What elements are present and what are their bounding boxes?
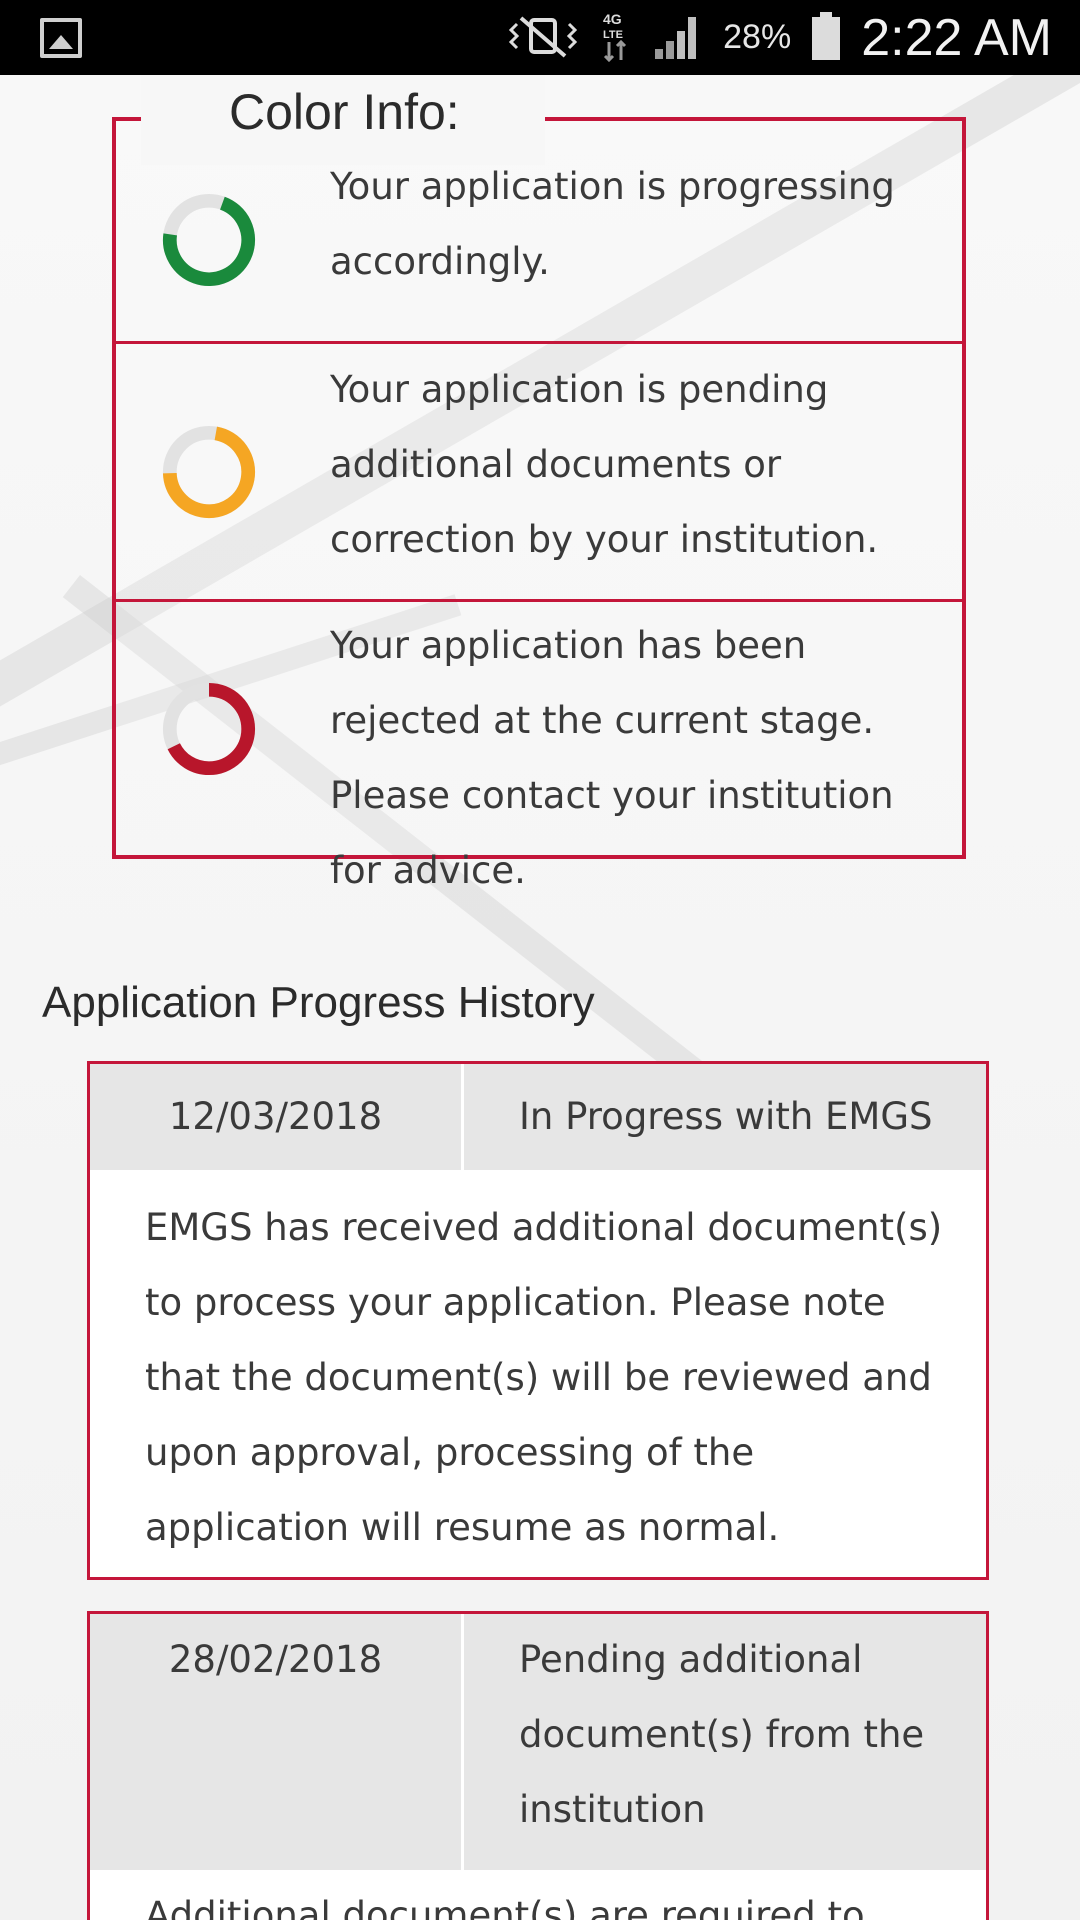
red-status-ring-icon [162,682,256,776]
color-info-text: Your application has been rejected at th… [330,624,894,892]
battery-percent: 28% [723,18,792,56]
color-info-text: Your application is progressing accordin… [330,165,895,283]
svg-text:LTE: LTE [603,29,623,41]
vibrate-off-icon [507,14,579,62]
color-info-item-rejected: Your application has been rejected at th… [116,599,962,892]
history-entry-description: Additional document(s) are required to [145,1894,865,1920]
color-info-panel: Your application is progressing accordin… [112,117,966,892]
color-info-title: Color Info: [229,84,460,140]
svg-text:4G: 4G [603,11,622,27]
green-status-ring-icon [162,193,256,287]
clock-time: 2:22 AM [861,8,1052,67]
history-entry: 12/03/2018 In Progress with EMGS EMGS ha… [87,1061,989,1580]
signal-icon [653,13,703,63]
history-entry-header: 28/02/2018 Pending additional document(s… [90,1614,986,1870]
battery-icon [811,11,841,65]
color-info-item-pending: Your application is pending additional d… [116,341,962,599]
history-entry-status: In Progress with EMGS [519,1095,933,1138]
orange-status-ring-icon [162,425,256,519]
color-info-title-background: Color Info: [141,75,545,165]
gallery-icon [40,18,82,58]
status-bar: 4G LTE 28% 2:22 AM [0,0,1080,75]
lte-icon: 4G LTE [599,10,633,66]
history-entry-header: 12/03/2018 In Progress with EMGS [90,1064,986,1170]
history-entry-date: 12/03/2018 [90,1064,464,1170]
history-entry: 28/02/2018 Pending additional document(s… [87,1611,989,1920]
history-entry-description: EMGS has received additional document(s)… [145,1206,943,1549]
history-entry-date: 28/02/2018 [90,1614,464,1870]
history-section-title: Application Progress History [42,978,595,1027]
color-info-text: Your application is pending additional d… [330,368,879,561]
history-entry-status: Pending additional document(s) from the … [519,1638,925,1831]
